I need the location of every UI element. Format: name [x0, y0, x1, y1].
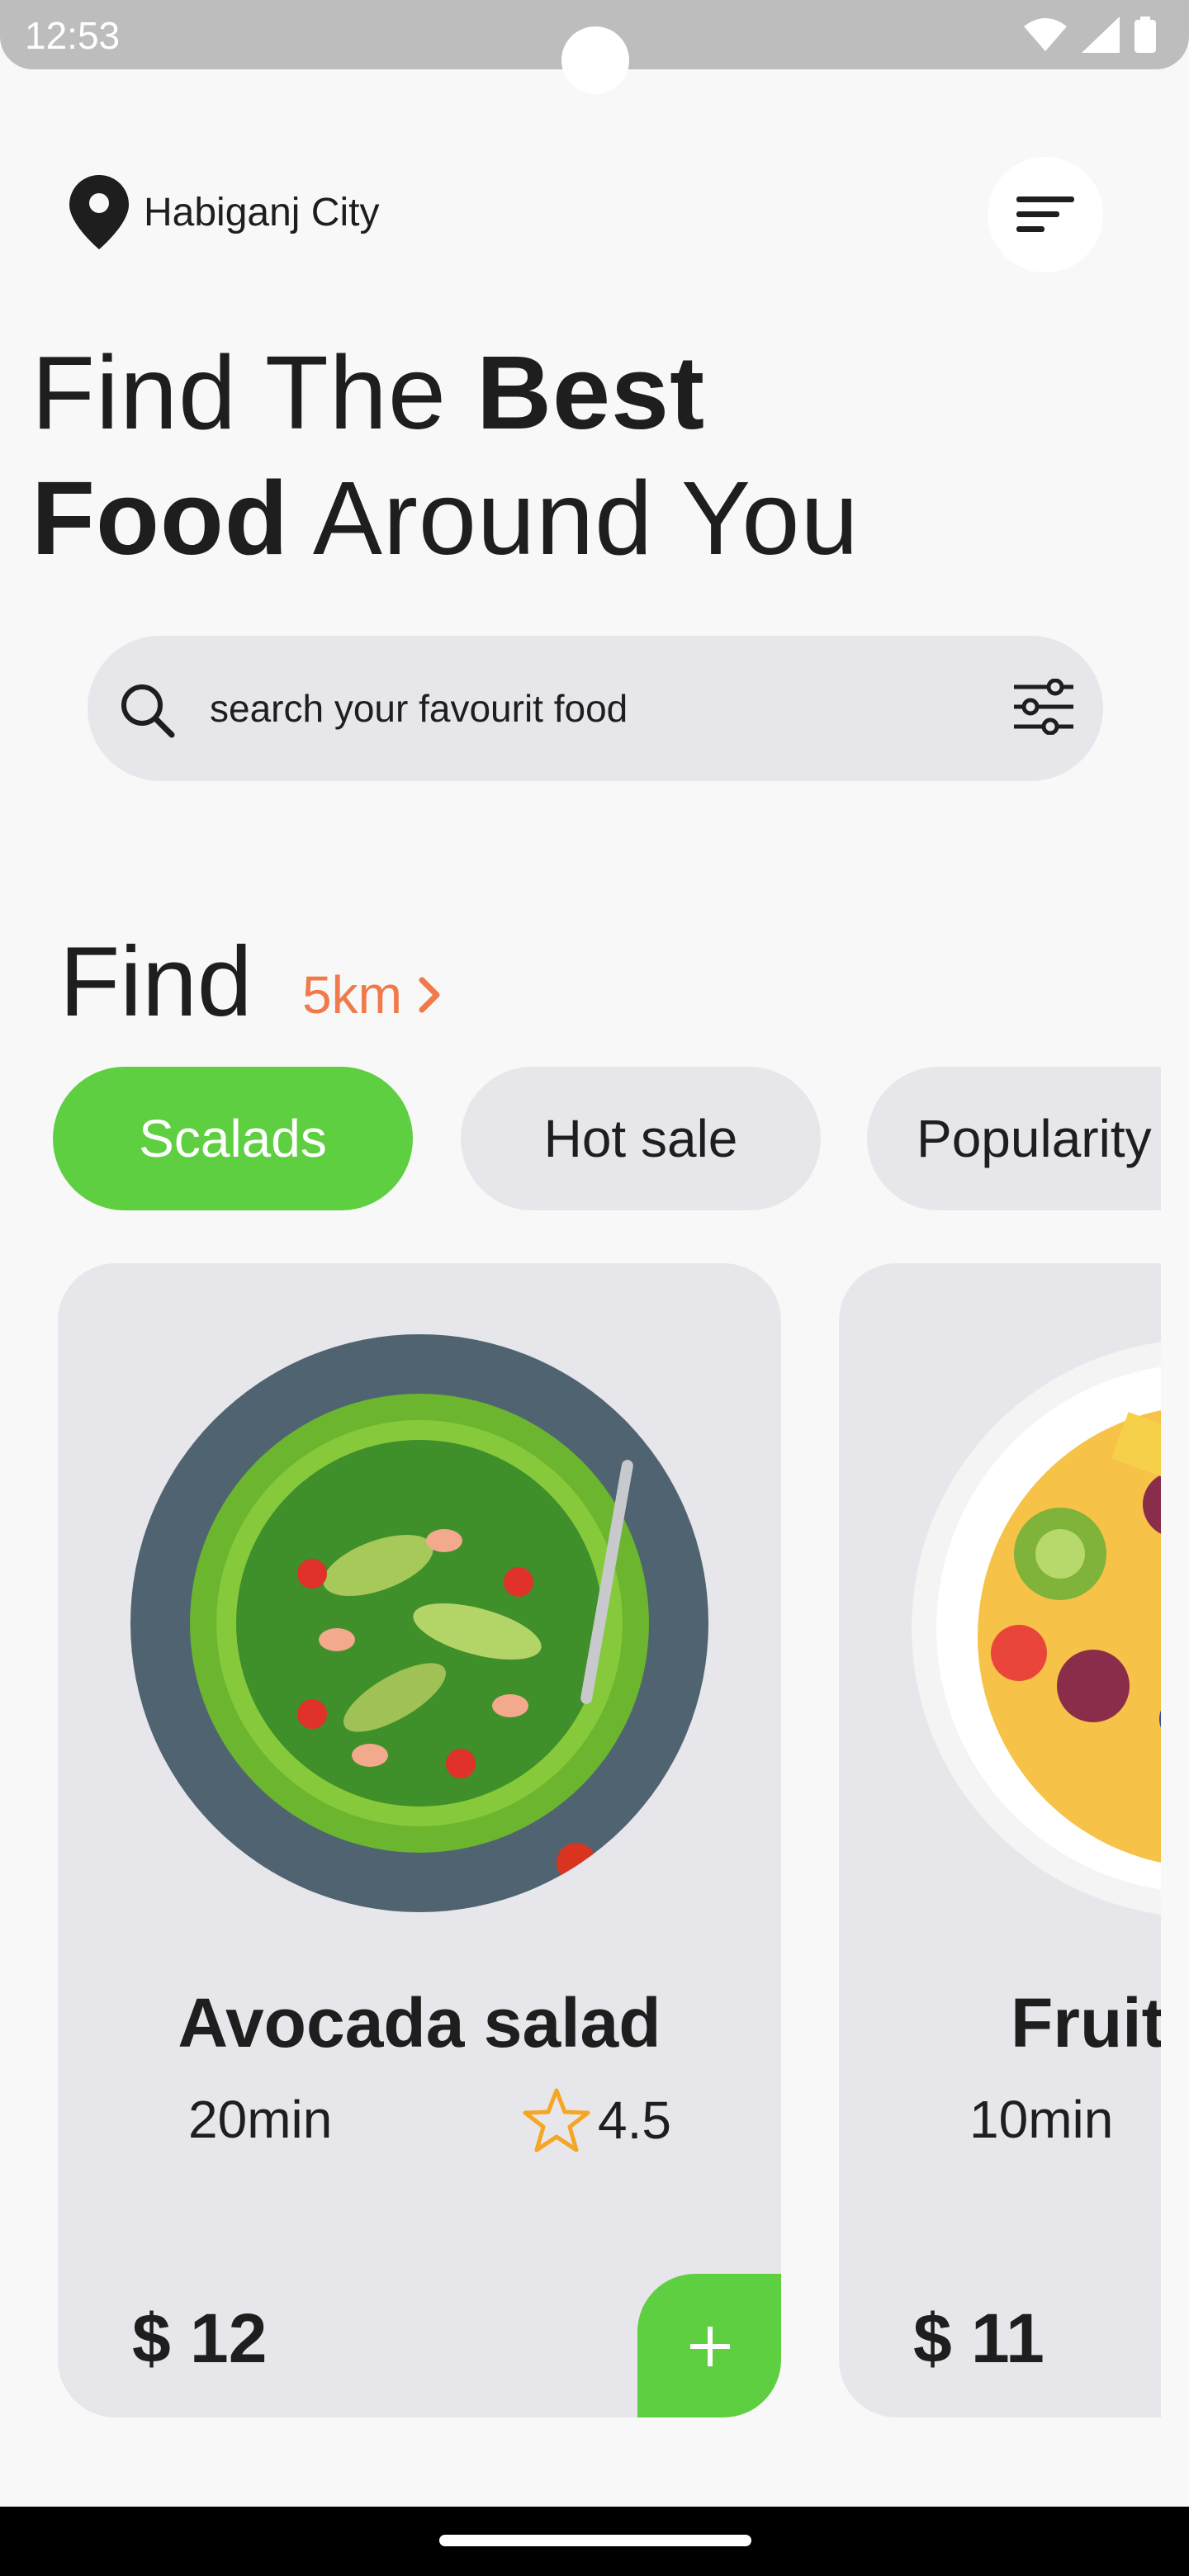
- search-icon: [121, 684, 175, 738]
- food-card[interactable]: Fruit 10min $ 11: [839, 1263, 1161, 2417]
- status-icons: [1024, 17, 1156, 53]
- home-gesture-pill[interactable]: [439, 2535, 751, 2546]
- food-rating: 4.5: [522, 2087, 671, 2153]
- chip-scalads[interactable]: Scalads: [53, 1067, 413, 1210]
- food-cards: Avocada salad 20min 4.5 $ 12 Fruit 10min…: [0, 1263, 1161, 2419]
- location-label: Habiganj City: [144, 190, 380, 234]
- battery-icon: [1135, 17, 1156, 53]
- headline-bold-2: Food: [31, 460, 289, 576]
- find-title: Find: [59, 926, 253, 1037]
- filter-icon[interactable]: [1012, 679, 1075, 735]
- add-to-cart-button[interactable]: [637, 2274, 781, 2417]
- food-price: $ 12: [132, 2299, 268, 2377]
- location-selector[interactable]: Habiganj City: [69, 175, 379, 249]
- headline-bold-1: Best: [476, 334, 706, 451]
- search-bar[interactable]: [88, 636, 1103, 781]
- camera-cutout: [561, 26, 629, 94]
- rating-value: 4.5: [598, 2091, 671, 2150]
- headline-light-2: Around You: [288, 460, 860, 576]
- status-time: 12:53: [25, 14, 121, 57]
- sort-menu-icon: [1016, 197, 1074, 232]
- food-price: $ 11: [913, 2299, 1045, 2377]
- food-image-salad: [130, 1334, 708, 1912]
- star-icon: [523, 2088, 590, 2152]
- wifi-icon: [1024, 18, 1067, 51]
- chevron-right-icon: [419, 977, 440, 1013]
- signal-icon: [1082, 17, 1120, 53]
- headline-light-1: Find The: [31, 334, 476, 451]
- category-chips: Scalads Hot sale Popularity: [53, 1067, 1161, 1212]
- headline: Find The Best Food Around You: [31, 330, 860, 581]
- system-nav-bar: [0, 2507, 1189, 2576]
- chip-hot-sale[interactable]: Hot sale: [461, 1067, 821, 1210]
- chip-popularity[interactable]: Popularity: [867, 1067, 1161, 1210]
- distance-selector[interactable]: 5km: [302, 964, 440, 1025]
- distance-label: 5km: [302, 965, 402, 1025]
- location-pin-icon: [69, 175, 129, 249]
- food-time: 20min: [188, 2090, 333, 2149]
- food-card[interactable]: Avocada salad 20min 4.5 $ 12: [58, 1263, 781, 2417]
- menu-button[interactable]: [988, 157, 1103, 272]
- food-time: 10min: [969, 2090, 1114, 2149]
- food-image-fruit: [912, 1339, 1161, 1917]
- food-name: Avocada salad: [178, 1984, 661, 2062]
- plus-icon: [690, 2327, 730, 2366]
- food-name: Fruit: [1011, 1984, 1161, 2062]
- search-input[interactable]: [210, 682, 953, 735]
